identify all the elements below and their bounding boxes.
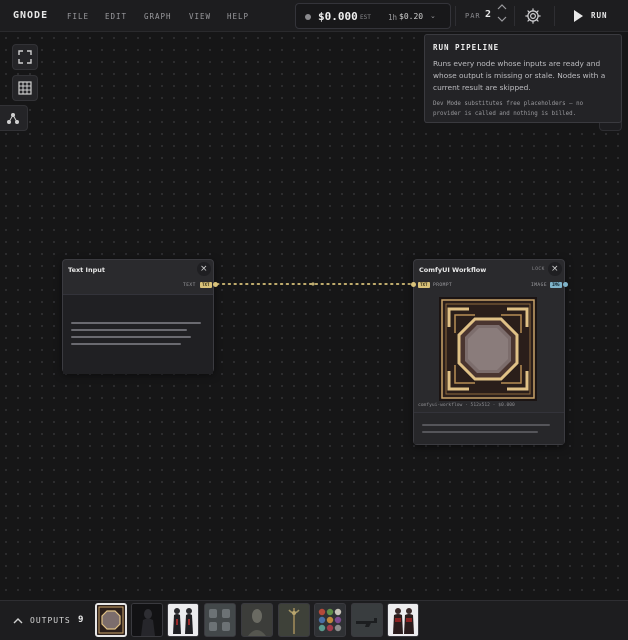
node-title: ComfyUI Workflow (419, 266, 487, 274)
dark-figure-thumbnail-image (132, 604, 162, 636)
cost-rate-value: $0.20 (399, 12, 424, 21)
menu-file[interactable]: FILE (67, 12, 89, 21)
staff-thumbnail-image (279, 604, 309, 636)
play-icon (574, 10, 583, 22)
text-line (71, 329, 187, 331)
text-line (71, 322, 201, 324)
output-port-image[interactable] (563, 282, 568, 287)
text-line (422, 424, 550, 426)
menu-edit[interactable]: EDIT (105, 12, 127, 21)
tooltip-title: RUN PIPELINE (433, 43, 500, 52)
node-title: Text Input (68, 266, 105, 274)
tooltip-body: Runs every node whose inputs are ready a… (433, 59, 606, 92)
port-type-tag: IMG (550, 282, 562, 288)
outputs-count: 9 (78, 615, 84, 625)
weapon-thumbnail-image (352, 604, 382, 636)
items-thumbnail-image (205, 604, 235, 636)
chevron-down-icon[interactable]: ⌄ (430, 12, 436, 20)
auto-layout-button[interactable] (0, 105, 28, 131)
menu-view[interactable]: VIEW (189, 12, 211, 21)
fit-view-button[interactable] (12, 44, 38, 70)
chevron-up-icon[interactable] (497, 3, 507, 11)
app-logo: GNODE (13, 10, 49, 21)
grid-icon (18, 81, 32, 95)
port-label-prompt: PROMPT (433, 283, 453, 288)
divider (514, 6, 515, 26)
text-line (71, 343, 181, 345)
menu-help[interactable]: HELP (227, 12, 249, 21)
comfyui-workflow-node[interactable]: ComfyUI Workflow LOCK × TXT PROMPT IMAGE… (411, 259, 568, 445)
edge-midpoint (311, 282, 315, 286)
output-thumbnail[interactable] (204, 603, 236, 637)
text-line (422, 431, 538, 433)
tooltip-note: Dev Mode substitutes free placeholders —… (433, 101, 584, 117)
output-thumbnail[interactable] (314, 603, 346, 637)
text-line (71, 336, 191, 338)
grid-toggle-button[interactable] (12, 75, 38, 101)
fullscreen-icon (18, 50, 32, 64)
output-thumbnail[interactable] (278, 603, 310, 637)
output-thumbnail[interactable] (387, 603, 419, 637)
run-label: RUN (591, 11, 608, 20)
run-button[interactable]: RUN (566, 6, 622, 26)
close-icon[interactable]: × (197, 262, 211, 276)
divider (554, 6, 555, 26)
output-thumbnail[interactable] (241, 603, 273, 637)
output-thumbnail[interactable] (131, 603, 163, 637)
gear-icon[interactable] (524, 7, 542, 25)
cost-est-label: EST (360, 14, 371, 21)
parallel-label: PAR (465, 12, 481, 20)
output-thumbnail[interactable] (351, 603, 383, 637)
divider (455, 6, 456, 26)
port-type-tag: TXT (200, 282, 212, 288)
portrait-thumbnail-image (242, 604, 272, 636)
status-dot (305, 14, 311, 20)
run-pipeline-tooltip: RUN PIPELINE Runs every node whose input… (424, 34, 622, 123)
output-thumbnail[interactable] (167, 603, 199, 637)
output-preview-image[interactable] (439, 297, 537, 401)
port-type-tag: TXT (418, 282, 430, 288)
characters-thumbnail-image (168, 604, 198, 636)
outputs-label: OUTPUTS (30, 616, 71, 625)
input-port-prompt[interactable] (411, 282, 416, 287)
chevron-down-icon[interactable] (497, 15, 507, 23)
port-label-text: TEXT (183, 283, 196, 288)
lock-toggle[interactable]: LOCK (532, 267, 545, 272)
node-output-area (414, 412, 564, 444)
auto-layout-icon (7, 113, 19, 124)
frame-thumbnail-image (97, 605, 125, 635)
parallel-value: 2 (485, 9, 492, 20)
chevron-up-icon[interactable] (13, 617, 23, 625)
cost-value: $0.000 (318, 10, 358, 23)
output-port-text[interactable] (213, 282, 218, 287)
armored-characters-thumbnail-image (388, 604, 418, 636)
cost-estimator[interactable]: $0.000 EST 1h $0.20 ⌄ (295, 3, 451, 29)
close-glyph: × (200, 264, 208, 274)
close-glyph: × (551, 264, 559, 274)
orbs-thumbnail-image (315, 604, 345, 636)
port-label-image: IMAGE (531, 283, 548, 288)
menu-graph[interactable]: GRAPH (144, 12, 172, 21)
text-input-area[interactable] (63, 294, 213, 374)
cost-rate-label: 1h (388, 13, 398, 22)
text-input-node[interactable]: Text Input × TEXT TXT (62, 259, 218, 374)
output-thumbnail[interactable] (95, 603, 127, 637)
node-footer: comfyui-workflow · 512x512 · $0.000 (418, 403, 515, 408)
close-icon[interactable]: × (548, 262, 562, 276)
top-bar: GNODE FILE EDIT GRAPH VIEW HELP $0.000 E… (0, 0, 628, 32)
